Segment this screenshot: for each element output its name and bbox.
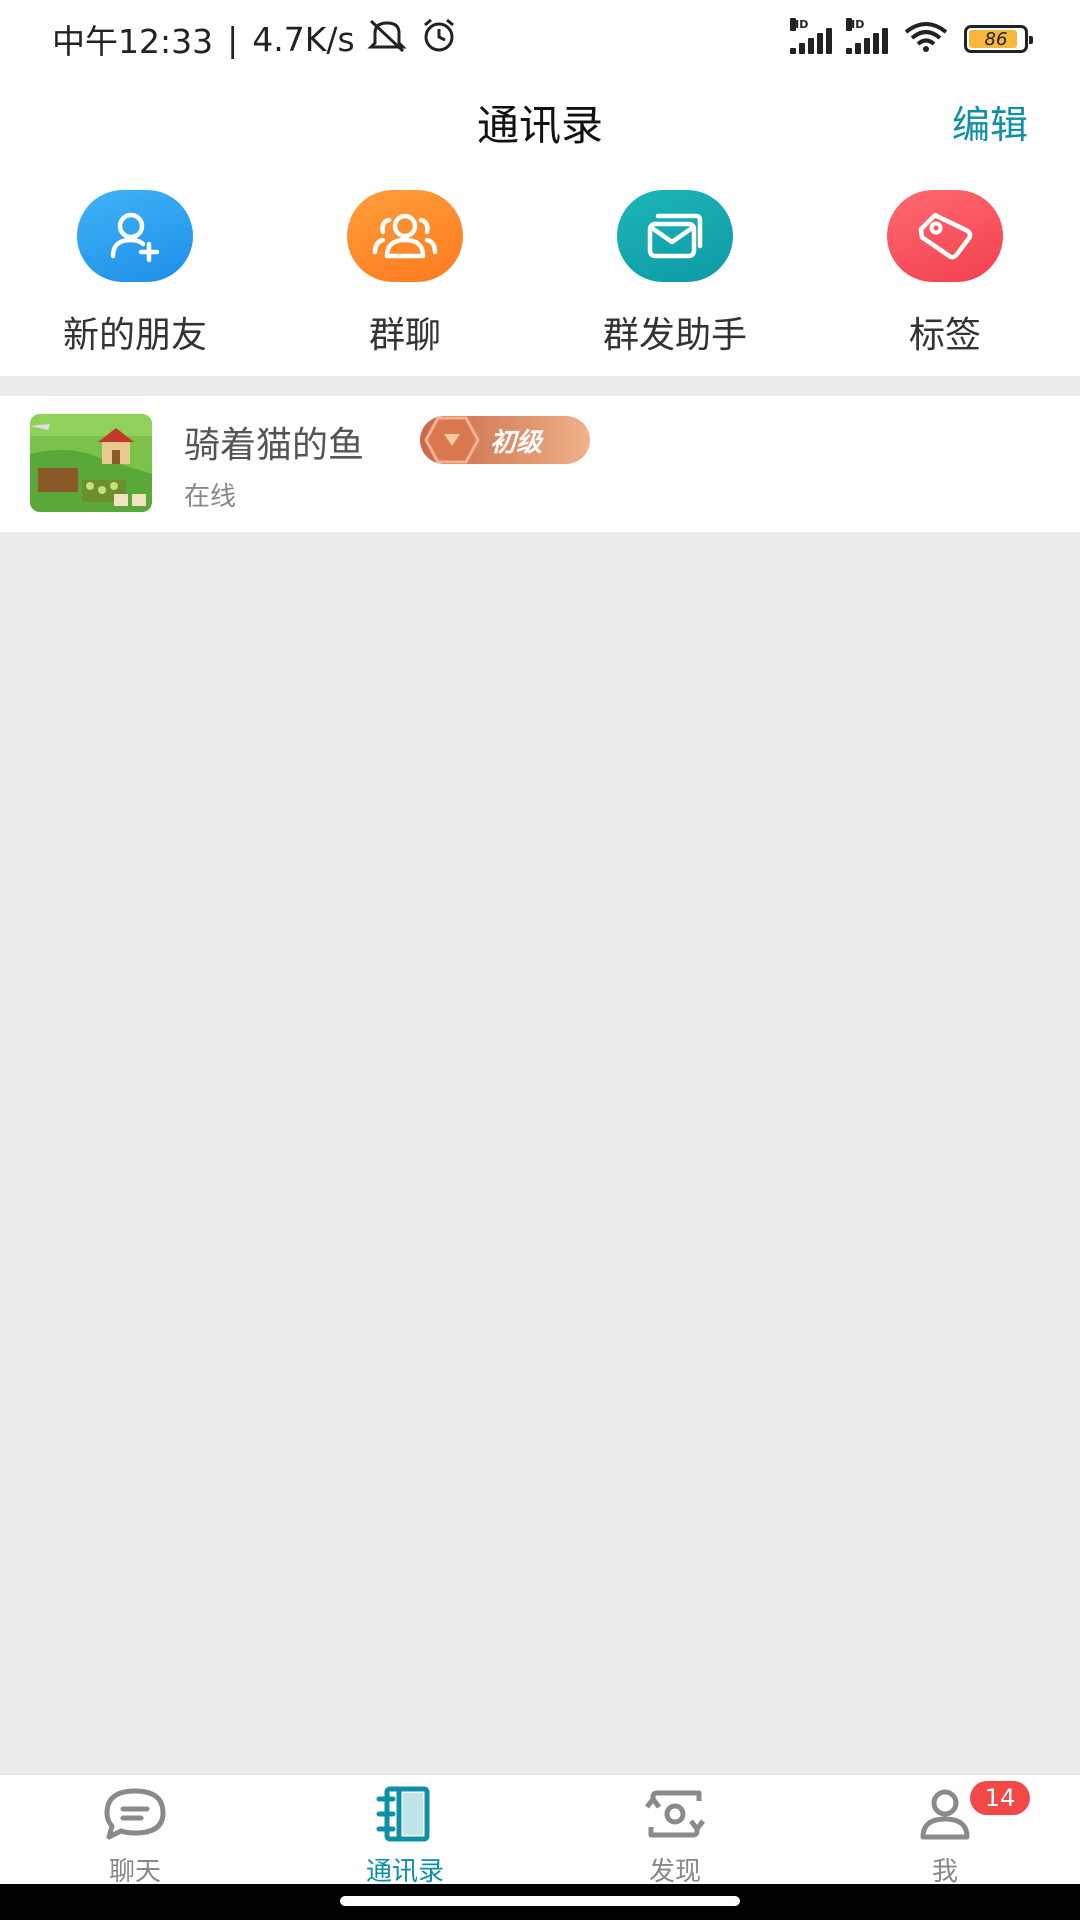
status-right: HD HD 86 (790, 18, 1033, 58)
add-user-icon (77, 190, 193, 282)
home-indicator[interactable] (340, 1896, 740, 1906)
tab-chat[interactable]: 聊天 (0, 1775, 270, 1887)
contact-status: 在线 (184, 482, 237, 512)
signal-hd-icon: HD (790, 18, 832, 54)
group-icon (347, 190, 463, 282)
status-bar: 中午12:33 | 4.7K/s HD HD 86 (0, 0, 1080, 78)
mail-stack-icon (617, 190, 733, 282)
tab-chat-label: 聊天 (108, 1857, 161, 1887)
bottom-tabbar: 聊天 通讯录 发现 我 14 (0, 1774, 1080, 1887)
contact-name: 骑着猫的鱼 (184, 425, 365, 466)
contact-list: 骑着猫的鱼 初级 在线 (0, 396, 1080, 532)
new-friends-button[interactable]: 新的朋友 (0, 164, 270, 376)
tags-button[interactable]: 标签 (810, 164, 1080, 376)
tab-discover[interactable]: 发现 (540, 1775, 810, 1887)
group-chat-label: 群聊 (368, 315, 441, 356)
battery-level: 86 (984, 28, 1008, 50)
tab-me-label: 我 (931, 1857, 958, 1887)
new-friends-label: 新的朋友 (62, 315, 207, 356)
status-separator: | (227, 19, 239, 59)
tag-icon (887, 190, 1003, 282)
status-time: 中午12:33 (52, 22, 214, 61)
top-header: 通讯录 编辑 (0, 78, 1080, 164)
discover-icon (639, 1785, 711, 1847)
wifi-icon (902, 20, 950, 58)
battery-icon: 86 (964, 25, 1033, 53)
tab-contacts-label: 通讯录 (365, 1857, 444, 1887)
mute-bell-icon (365, 17, 409, 61)
shield-icon (424, 416, 480, 464)
tab-discover-label: 发现 (648, 1857, 701, 1887)
page-title: 通讯录 (476, 101, 603, 150)
edit-button[interactable]: 编辑 (952, 94, 1028, 149)
avatar (30, 414, 152, 512)
quick-actions: 新的朋友 群聊 群发助手 标签 (0, 164, 1080, 376)
gesture-bar (0, 1884, 1080, 1920)
network-speed: 4.7K/s (252, 19, 355, 59)
notification-badge: 14 (970, 1781, 1030, 1815)
tab-me[interactable]: 我 14 (810, 1775, 1080, 1887)
status-left: 中午12:33 | 4.7K/s (52, 15, 459, 63)
broadcast-assistant-button[interactable]: 群发助手 (540, 164, 810, 376)
level-badge: 初级 (420, 416, 590, 464)
list-item[interactable]: 骑着猫的鱼 初级 在线 (0, 396, 1080, 532)
alarm-icon (419, 17, 459, 61)
broadcast-assistant-label: 群发助手 (602, 315, 747, 356)
tab-contacts[interactable]: 通讯录 (270, 1775, 540, 1887)
tags-label: 标签 (908, 315, 981, 356)
group-chat-button[interactable]: 群聊 (270, 164, 540, 376)
chat-icon (99, 1785, 171, 1847)
signal-hd-icon: HD (846, 18, 888, 54)
contacts-book-icon (369, 1785, 441, 1847)
level-label: 初级 (490, 427, 543, 458)
